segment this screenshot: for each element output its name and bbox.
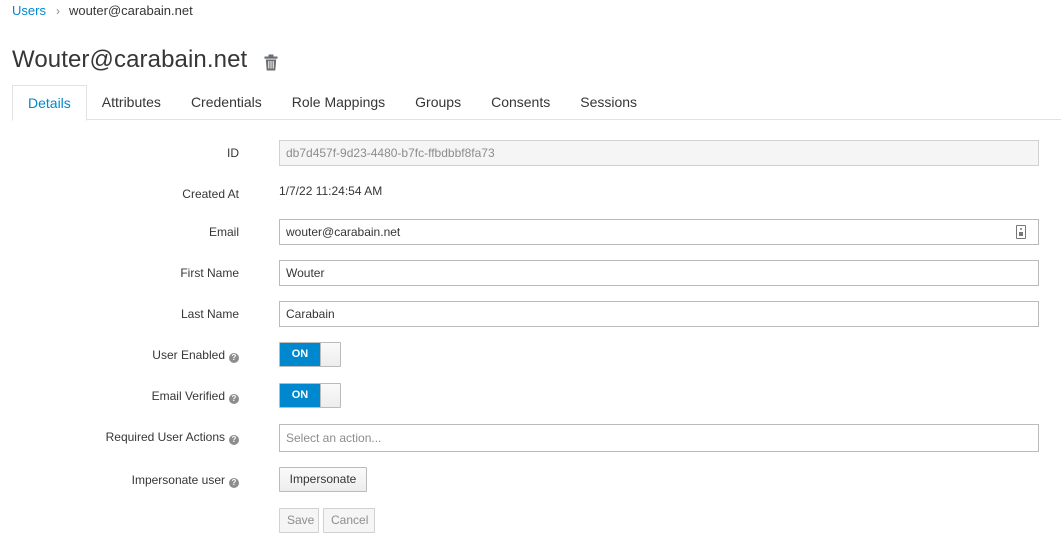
trash-icon[interactable] — [264, 54, 278, 71]
user-enabled-label-text: User Enabled — [152, 348, 225, 362]
email-verified-state: ON — [280, 384, 320, 407]
breadcrumb: Users › wouter@carabain.net — [12, 3, 193, 18]
breadcrumb-current: wouter@carabain.net — [68, 3, 193, 18]
toggle-knob — [320, 343, 340, 366]
user-enabled-state: ON — [280, 343, 320, 366]
created-at-label: Created At — [182, 187, 239, 201]
tab-consents[interactable]: Consents — [476, 85, 565, 120]
required-actions-label-text: Required User Actions — [105, 430, 225, 444]
page-title: Wouter@carabain.net — [12, 46, 248, 73]
required-actions-select[interactable]: Select an action... — [279, 424, 1039, 452]
email-verified-toggle[interactable]: ON — [279, 383, 341, 408]
help-icon[interactable]: ? — [229, 435, 239, 445]
tab-groups[interactable]: Groups — [400, 85, 476, 120]
id-field: db7d457f-9d23-4480-b7fc-ffbdbbf8fa73 — [279, 140, 1039, 166]
email-verified-label: Email Verified? — [152, 389, 239, 404]
last-name-label: Last Name — [180, 307, 239, 321]
first-name-field[interactable]: Wouter — [279, 260, 1039, 286]
last-name-field[interactable]: Carabain — [279, 301, 1039, 327]
email-verified-label-text: Email Verified — [151, 389, 225, 403]
tab-credentials[interactable]: Credentials — [176, 85, 277, 120]
impersonate-button[interactable]: Impersonate — [279, 467, 367, 492]
breadcrumb-users-link[interactable]: Users — [12, 3, 46, 18]
toggle-knob — [320, 384, 340, 407]
email-label: Email — [208, 225, 239, 239]
required-actions-label: Required User Actions? — [106, 430, 239, 445]
help-icon[interactable]: ? — [229, 353, 239, 363]
tab-attributes[interactable]: Attributes — [87, 85, 176, 120]
user-enabled-toggle[interactable]: ON — [279, 342, 341, 367]
user-enabled-label: User Enabled? — [152, 348, 239, 363]
cancel-button[interactable]: Cancel — [323, 508, 375, 533]
tab-details[interactable]: Details — [12, 85, 87, 121]
impersonate-label: Impersonate user? — [132, 473, 239, 488]
tab-role-mappings[interactable]: Role Mappings — [277, 85, 400, 120]
created-at-value: 1/7/22 11:24:54 AM — [279, 184, 383, 198]
email-value: wouter@carabain.net — [286, 225, 401, 239]
tab-sessions[interactable]: Sessions — [565, 85, 652, 120]
breadcrumb-separator: › — [55, 3, 60, 18]
impersonate-label-text: Impersonate user — [131, 473, 225, 487]
save-button[interactable]: Save — [279, 508, 319, 533]
email-field[interactable]: wouter@carabain.net — [279, 219, 1039, 245]
id-label: ID — [227, 146, 239, 160]
first-name-label: First Name — [180, 266, 239, 280]
help-icon[interactable]: ? — [229, 478, 239, 488]
tab-bar: Details Attributes Credentials Role Mapp… — [12, 85, 1061, 121]
help-icon[interactable]: ? — [229, 394, 239, 404]
contact-card-icon[interactable] — [1016, 225, 1026, 239]
